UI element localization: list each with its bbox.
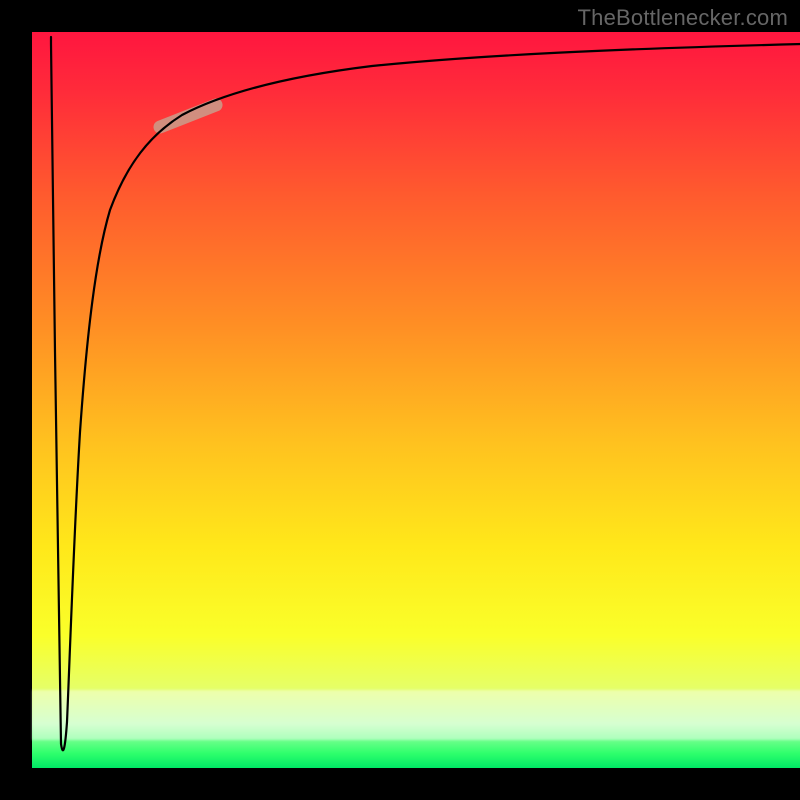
watermark-text: TheBottlenecker.com — [578, 5, 788, 31]
chart-plot-area — [32, 32, 800, 768]
chart-svg — [32, 32, 800, 768]
bottleneck-curve — [51, 37, 800, 750]
